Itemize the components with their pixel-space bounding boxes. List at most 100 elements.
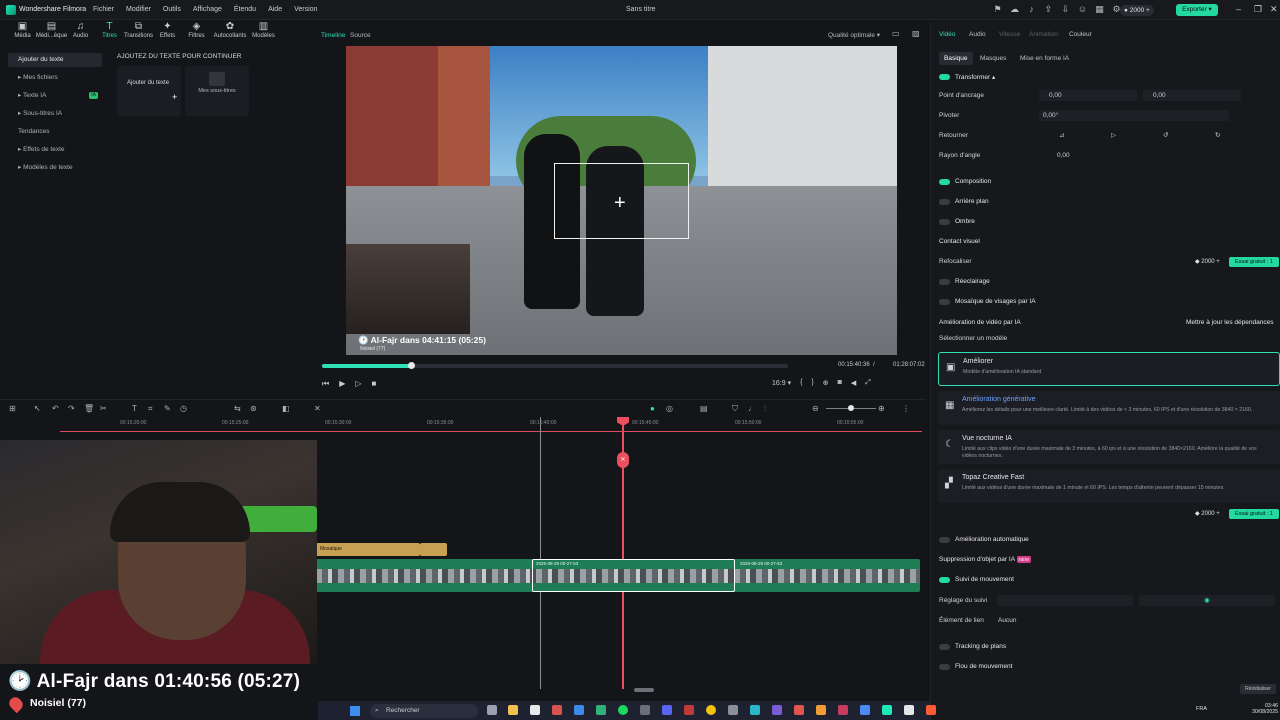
- rotate-left-icon[interactable]: ↺: [1163, 131, 1168, 139]
- volume-icon[interactable]: ◀: [851, 379, 856, 387]
- tool-filters[interactable]: ◈ Filtres: [182, 20, 211, 46]
- brave-icon[interactable]: [552, 705, 562, 715]
- split-icon[interactable]: ✂: [100, 404, 107, 413]
- tool-transitions[interactable]: ⧉ Transitions: [124, 20, 153, 46]
- app-pink-icon[interactable]: [838, 705, 848, 715]
- transition-tool-icon[interactable]: ✕: [314, 404, 321, 413]
- tool-stickers[interactable]: ✿ Autocollants: [211, 20, 249, 46]
- cloud-icon[interactable]: ☁: [1009, 4, 1020, 15]
- menu-affichage[interactable]: Affichage: [193, 6, 222, 13]
- filmora-taskbar-icon[interactable]: [882, 705, 892, 715]
- scrubber-handle[interactable]: [407, 362, 415, 369]
- tab-video[interactable]: Vidéo: [939, 31, 956, 38]
- discord-icon[interactable]: [662, 705, 672, 715]
- face-mosaic-toggle[interactable]: [939, 299, 950, 305]
- language-indicator[interactable]: FRA: [1196, 706, 1207, 712]
- fullscreen-icon[interactable]: ⤢: [865, 379, 871, 387]
- store-icon[interactable]: [530, 705, 540, 715]
- tab-speed[interactable]: Vitesse: [999, 31, 1020, 38]
- mark-out-icon[interactable]: }: [811, 379, 813, 387]
- credit-counter[interactable]: ● 2000 +: [1120, 5, 1154, 16]
- close-icon[interactable]: ✕: [1270, 4, 1278, 15]
- mixer-icon[interactable]: ⫶: [764, 404, 766, 414]
- record-icon[interactable]: ●: [650, 404, 655, 413]
- grid-icon[interactable]: ▦: [1094, 4, 1105, 15]
- tool-media[interactable]: ▣ Média: [8, 20, 37, 46]
- layout-icon[interactable]: ⊞: [9, 404, 16, 413]
- tab-animation[interactable]: Animation: [1029, 31, 1058, 38]
- reset-button[interactable]: Réinitialiser: [1240, 684, 1276, 694]
- timeline-ruler[interactable]: 00:15:20:00 00:15:25:00 00:15:30:00 00:1…: [60, 417, 922, 433]
- more-icon[interactable]: ⋮: [902, 404, 910, 413]
- tab-timeline[interactable]: Timeline: [321, 32, 345, 39]
- rotate-field[interactable]: [1039, 110, 1229, 121]
- flip-vertical-icon[interactable]: ⊿: [1059, 131, 1064, 139]
- timeline-scrollbar[interactable]: [634, 688, 654, 692]
- mosaic-clip-end[interactable]: [420, 543, 447, 556]
- snapshot-icon[interactable]: ▨: [912, 29, 920, 38]
- taskbar-search[interactable]: ⌕ Rechercher: [370, 704, 478, 718]
- delete-icon[interactable]: 🗑: [84, 404, 94, 413]
- preview-scrubber[interactable]: [322, 362, 788, 369]
- auto-enhance-toggle[interactable]: [939, 537, 950, 543]
- model-topaz[interactable]: ▞ Topaz Creative Fast Limité aux vidéos …: [938, 469, 1280, 503]
- nav-my-files[interactable]: ▸ Mes fichiers: [8, 71, 102, 85]
- subtab-basic[interactable]: Basique: [939, 52, 973, 65]
- upload-icon[interactable]: ⇪: [1043, 4, 1054, 15]
- mask-icon[interactable]: ◧: [282, 404, 290, 413]
- clock-icon[interactable]: ◷: [180, 404, 187, 413]
- play-alt-icon[interactable]: ▷: [355, 379, 361, 389]
- zoom-in-icon[interactable]: ⊕: [878, 404, 885, 413]
- chrome-icon[interactable]: [706, 705, 716, 715]
- spotify-icon[interactable]: [618, 705, 628, 715]
- subtab-masks[interactable]: Masques: [975, 52, 1011, 65]
- render-icon[interactable]: ⊕: [823, 379, 829, 387]
- mark-in-icon[interactable]: {: [800, 379, 802, 387]
- tool-templates[interactable]: ▥ Modèles: [249, 20, 278, 46]
- model-enhance[interactable]: ▣ Améliorer Modèle d'amélioration IA sta…: [938, 352, 1280, 386]
- export-button[interactable]: Exporter ▾: [1176, 4, 1218, 16]
- whatsapp-icon[interactable]: [596, 705, 606, 715]
- tool-titles[interactable]: T Titres: [95, 20, 124, 46]
- update-dependencies-link[interactable]: Mettre à jour les dépendances: [1186, 319, 1273, 326]
- tool-library[interactable]: ▤ Médi...èque: [36, 20, 67, 46]
- maximize-icon[interactable]: ❐: [1254, 4, 1262, 15]
- nav-text-effects[interactable]: ▸ Effets de texte: [8, 143, 102, 157]
- menu-fichier[interactable]: Fichier: [93, 6, 114, 13]
- link-element-value[interactable]: Aucun: [998, 617, 1016, 624]
- stop-icon[interactable]: ■: [372, 379, 377, 389]
- taskbar-clock[interactable]: 03:46 30/08/2025: [1240, 703, 1278, 715]
- add-text-tile[interactable]: Ajouter du texte +: [117, 66, 181, 116]
- settings-app-icon[interactable]: [640, 705, 650, 715]
- playhead-marker-icon[interactable]: ✕: [617, 452, 629, 468]
- model-trial-button[interactable]: Essai gratuit : 1: [1229, 509, 1279, 519]
- tool-effects[interactable]: ✦ Effets: [153, 20, 182, 46]
- menu-etendu[interactable]: Étendu: [234, 6, 256, 13]
- refocus-trial-button[interactable]: Essai gratuit : 1: [1229, 257, 1279, 267]
- menu-aide[interactable]: Aide: [268, 6, 282, 13]
- mail-icon[interactable]: [574, 705, 584, 715]
- undo-icon[interactable]: ↶: [52, 404, 59, 413]
- redo-icon[interactable]: ↷: [68, 404, 75, 413]
- camera-icon[interactable]: ◙: [838, 379, 842, 387]
- nav-ai-subtitles[interactable]: ▸ Sous-titres IA: [8, 107, 102, 121]
- quality-select[interactable]: Qualité optimale ▾: [828, 31, 880, 39]
- transform-toggle[interactable]: [939, 74, 950, 80]
- tool-audio[interactable]: ♫ Audio: [66, 20, 95, 46]
- nav-text-templates[interactable]: ▸ Modèles de texte: [8, 161, 102, 175]
- zoom-slider-handle[interactable]: [848, 405, 854, 411]
- minimize-icon[interactable]: –: [1236, 4, 1241, 14]
- model-generative[interactable]: ▦ Amélioration générative Améliorez les …: [938, 391, 1280, 425]
- crop-icon[interactable]: ⌗: [148, 404, 153, 414]
- mosaic-clip[interactable]: Mosaïque: [316, 543, 420, 556]
- relight-toggle[interactable]: [939, 279, 950, 285]
- plane-tracking-toggle[interactable]: [939, 644, 950, 650]
- chatgpt-icon[interactable]: [728, 705, 738, 715]
- text-tool-icon[interactable]: T: [132, 404, 137, 413]
- pen-icon[interactable]: ✎: [164, 404, 171, 413]
- menu-outils[interactable]: Outils: [163, 6, 181, 13]
- menu-version[interactable]: Version: [294, 6, 317, 13]
- select-icon[interactable]: ↖: [34, 404, 41, 413]
- mic-icon[interactable]: ♩: [748, 404, 756, 413]
- download-icon[interactable]: ⇩: [1060, 4, 1071, 15]
